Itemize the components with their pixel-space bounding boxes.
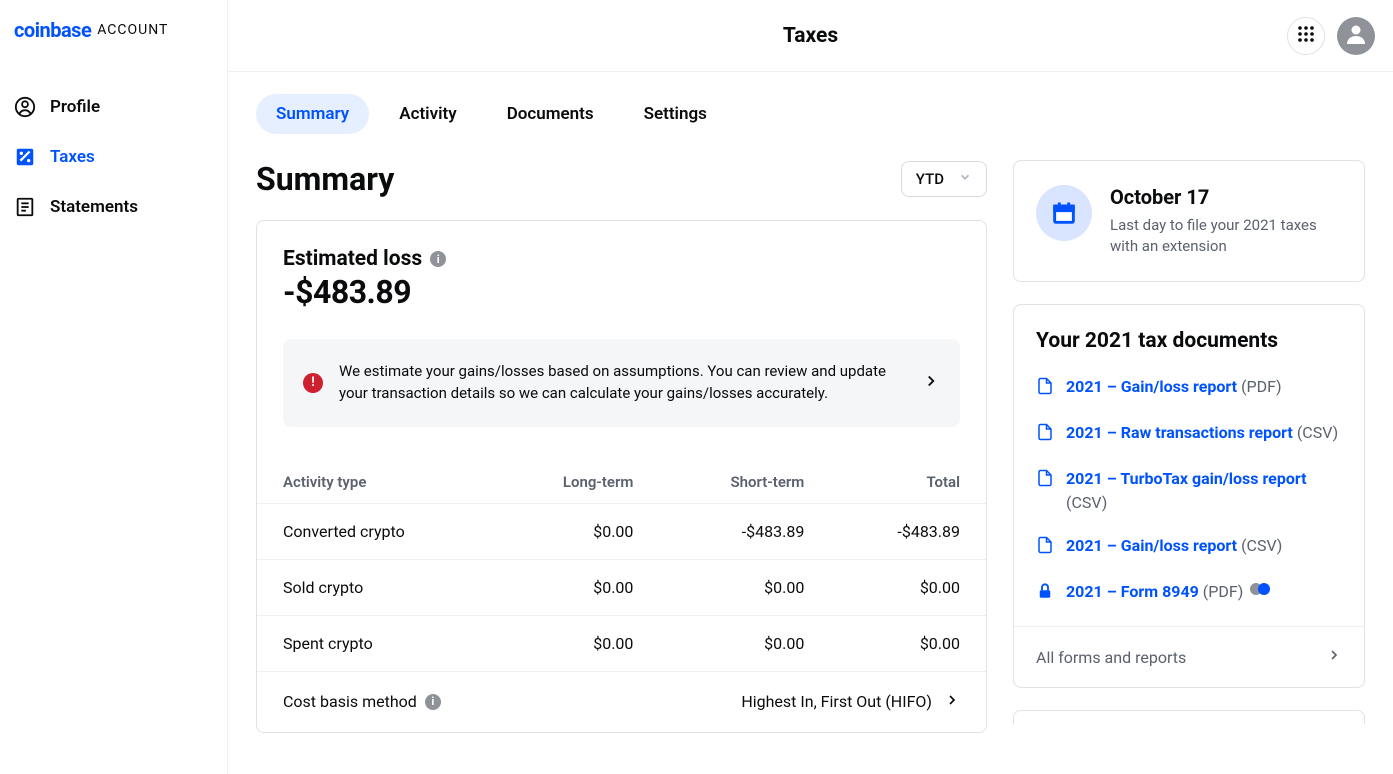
summary-card: Estimated loss i -$483.89 ! We estimate … <box>256 220 987 733</box>
profile-icon <box>14 96 36 118</box>
page-title: Taxes <box>783 24 838 48</box>
sidebar-item-label: Statements <box>50 197 138 217</box>
taxes-icon <box>14 146 36 168</box>
col-activity-type: Activity type <box>257 455 493 504</box>
doc-type: (PDF) <box>1203 582 1243 601</box>
table-row: Spent crypto $0.00 $0.00 $0.00 <box>257 615 986 671</box>
cost-basis-value: Highest In, First Out (HIFO) <box>741 692 932 711</box>
document-link[interactable]: 2021 – Form 8949 (PDF) <box>1036 580 1342 606</box>
document-link[interactable]: 2021 – TurboTax gain/loss report (CSV) <box>1036 467 1342 513</box>
notice-text: We estimate your gains/losses based on a… <box>339 361 906 405</box>
review-notice[interactable]: ! We estimate your gains/losses based on… <box>283 339 960 427</box>
cell-total: $0.00 <box>830 559 986 615</box>
sidebar: coinbase ACCOUNT Profile Taxes Stateme <box>0 0 228 774</box>
info-icon[interactable]: i <box>425 694 441 710</box>
avatar-button[interactable] <box>1337 17 1375 55</box>
doc-type: (CSV) <box>1297 423 1338 442</box>
col-long-term: Long-term <box>493 455 659 504</box>
calendar-icon <box>1036 185 1092 241</box>
cell-type: Converted crypto <box>257 503 493 559</box>
doc-type: (PDF) <box>1241 377 1281 396</box>
coinbase-one-badge <box>1249 581 1271 597</box>
doc-type: (CSV) <box>1241 536 1282 555</box>
document-link[interactable]: 2021 – Gain/loss report (PDF) <box>1036 375 1342 401</box>
sidebar-item-taxes[interactable]: Taxes <box>0 132 227 182</box>
estimate-value: -$483.89 <box>283 273 960 311</box>
sidebar-item-statements[interactable]: Statements <box>0 182 227 232</box>
file-icon <box>1036 536 1054 560</box>
col-total: Total <box>830 455 986 504</box>
period-value: YTD <box>916 170 944 188</box>
col-short-term: Short-term <box>659 455 830 504</box>
chevron-down-icon <box>958 170 972 188</box>
person-icon <box>1344 22 1368 50</box>
docs-title: Your 2021 tax documents <box>1036 329 1342 353</box>
file-icon <box>1036 469 1054 493</box>
cell-long: $0.00 <box>493 559 659 615</box>
sidebar-item-profile[interactable]: Profile <box>0 82 227 132</box>
document-link[interactable]: 2021 – Gain/loss report (CSV) <box>1036 534 1342 560</box>
tab-settings[interactable]: Settings <box>624 94 727 134</box>
section-title: Summary <box>256 160 394 198</box>
topbar: Taxes <box>228 0 1393 72</box>
cell-type: Sold crypto <box>257 559 493 615</box>
cost-basis-label: Cost basis method <box>283 692 417 711</box>
sidebar-item-label: Taxes <box>50 147 95 167</box>
tax-documents-card: Your 2021 tax documents 2021 – Gain/loss… <box>1013 304 1365 688</box>
cell-type: Spent crypto <box>257 615 493 671</box>
logo[interactable]: coinbase ACCOUNT <box>0 18 227 42</box>
cell-long: $0.00 <box>493 615 659 671</box>
deadline-text: Last day to file your 2021 taxes with an… <box>1110 215 1342 257</box>
cell-long: $0.00 <box>493 503 659 559</box>
doc-name: 2021 – Raw transactions report <box>1066 423 1293 442</box>
table-row: Sold crypto $0.00 $0.00 $0.00 <box>257 559 986 615</box>
cell-total: -$483.89 <box>830 503 986 559</box>
sidebar-item-label: Profile <box>50 97 100 117</box>
alert-icon: ! <box>303 373 323 393</box>
all-forms-label: All forms and reports <box>1036 648 1186 667</box>
tab-documents[interactable]: Documents <box>487 94 614 134</box>
deadline-date: October 17 <box>1110 185 1342 209</box>
doc-type: (CSV) <box>1066 493 1107 512</box>
deadline-card: October 17 Last day to file your 2021 ta… <box>1013 160 1365 282</box>
next-card-peek <box>1013 710 1365 724</box>
tab-summary[interactable]: Summary <box>256 94 369 134</box>
file-icon <box>1036 377 1054 401</box>
all-forms-link[interactable]: All forms and reports <box>1014 626 1364 687</box>
tabs: Summary Activity Documents Settings <box>256 94 1365 134</box>
info-icon[interactable]: i <box>430 251 446 267</box>
chevron-right-icon <box>1326 647 1342 667</box>
file-icon <box>1036 423 1054 447</box>
statements-icon <box>14 196 36 218</box>
activity-table: Activity type Long-term Short-term Total… <box>257 455 986 672</box>
chevron-right-icon <box>944 692 960 712</box>
tab-activity[interactable]: Activity <box>379 94 476 134</box>
doc-name: 2021 – Gain/loss report <box>1066 377 1237 396</box>
logo-text: coinbase <box>14 18 91 42</box>
cost-basis-row[interactable]: Cost basis method i Highest In, First Ou… <box>257 672 986 732</box>
cell-short: -$483.89 <box>659 503 830 559</box>
period-select[interactable]: YTD <box>901 161 987 197</box>
estimate-label: Estimated loss <box>283 247 422 271</box>
cell-short: $0.00 <box>659 615 830 671</box>
logo-sub: ACCOUNT <box>97 22 168 38</box>
apps-button[interactable] <box>1287 17 1325 55</box>
cell-short: $0.00 <box>659 559 830 615</box>
doc-name: 2021 – TurboTax gain/loss report <box>1066 469 1307 488</box>
table-row: Converted crypto $0.00 -$483.89 -$483.89 <box>257 503 986 559</box>
cell-total: $0.00 <box>830 615 986 671</box>
lock-icon <box>1036 582 1054 606</box>
main: Taxes Summary Activity Documents <box>228 0 1393 774</box>
apps-grid-icon <box>1297 25 1315 47</box>
doc-name: 2021 – Gain/loss report <box>1066 536 1237 555</box>
chevron-right-icon <box>922 372 940 394</box>
doc-name: 2021 – Form 8949 <box>1066 582 1199 601</box>
document-link[interactable]: 2021 – Raw transactions report (CSV) <box>1036 421 1342 447</box>
